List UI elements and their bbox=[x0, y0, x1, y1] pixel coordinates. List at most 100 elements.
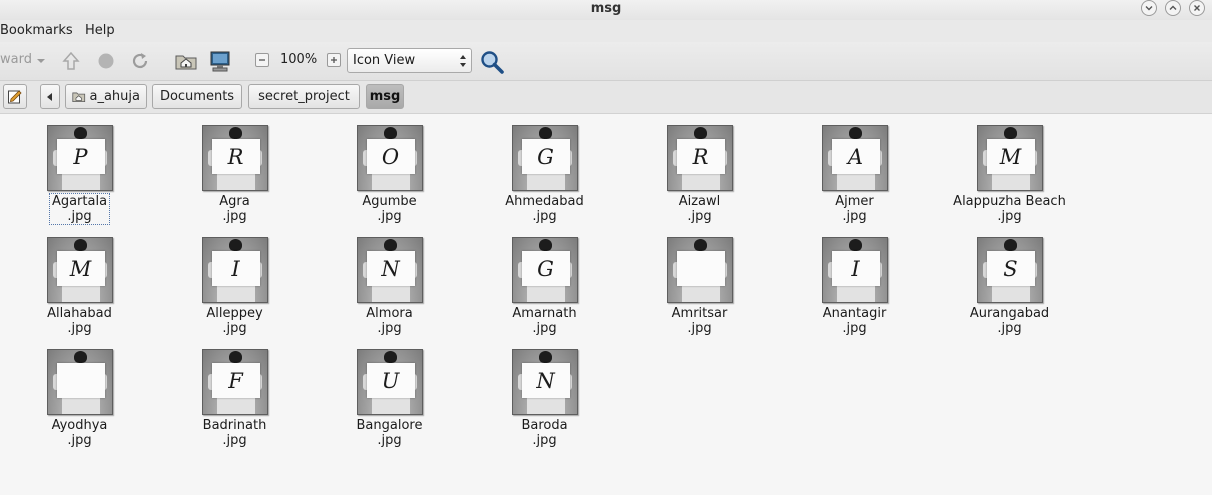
reload-icon[interactable] bbox=[129, 50, 151, 72]
file-item[interactable]: S Aurangabad .jpg bbox=[945, 237, 1075, 336]
thumbnail-head bbox=[383, 351, 397, 363]
file-item[interactable]: R Aizawl .jpg bbox=[635, 125, 765, 224]
file-name: Ayodhya .jpg bbox=[50, 418, 110, 448]
stop-icon[interactable] bbox=[96, 51, 116, 71]
menu-help[interactable]: Help bbox=[85, 23, 115, 38]
file-extension: .jpg bbox=[842, 321, 867, 336]
location-bar: a_ahuja Documents secret_project msg bbox=[0, 81, 1212, 114]
thumbnail-head bbox=[228, 239, 242, 251]
thumbnail-head bbox=[848, 127, 862, 139]
file-basename: Agartala bbox=[51, 194, 108, 209]
close-button[interactable] bbox=[1189, 0, 1205, 16]
file-item[interactable]: N Almora .jpg bbox=[325, 237, 455, 336]
file-name: Bangalore .jpg bbox=[355, 418, 425, 448]
file-basename: Baroda bbox=[521, 418, 568, 433]
file-name: Amarnath .jpg bbox=[510, 306, 578, 336]
file-item[interactable]: G Amarnath .jpg bbox=[480, 237, 610, 336]
breadcrumb-documents[interactable]: Documents bbox=[152, 84, 242, 109]
thumbnail-letter-card: M bbox=[986, 139, 1035, 174]
thumbnail-letter-card: P bbox=[56, 139, 105, 174]
file-item[interactable]: Amritsar .jpg bbox=[635, 237, 765, 336]
forward-button[interactable]: ward bbox=[0, 52, 32, 67]
close-icon bbox=[1194, 5, 1200, 11]
file-thumbnail: F bbox=[201, 349, 268, 415]
thumbnail-letter-card: U bbox=[366, 363, 415, 398]
thumbnail-head bbox=[383, 127, 397, 139]
file-name: Amritsar .jpg bbox=[670, 306, 730, 336]
view-mode-select[interactable]: Icon View bbox=[347, 48, 472, 73]
file-basename: Aizawl bbox=[678, 194, 721, 209]
file-item[interactable]: U Bangalore .jpg bbox=[325, 349, 455, 448]
thumbnail-head bbox=[693, 239, 707, 251]
file-basename: Alleppey bbox=[206, 306, 263, 321]
select-arrows-icon bbox=[460, 55, 466, 67]
chevron-down-icon bbox=[1145, 6, 1153, 11]
toggle-location-button[interactable] bbox=[3, 84, 27, 109]
file-item[interactable]: G Ahmedabad .jpg bbox=[480, 125, 610, 224]
icon-view: P Agartala .jpg R Agra .jpg O Agumbe .jpg G Ahmeda… bbox=[0, 114, 1212, 495]
file-thumbnail: S bbox=[976, 237, 1043, 303]
minimize-button[interactable] bbox=[1141, 0, 1157, 16]
file-thumbnail bbox=[666, 237, 733, 303]
toolbar: ward 100% Icon View bbox=[0, 42, 1212, 81]
file-item[interactable]: N Baroda .jpg bbox=[480, 349, 610, 448]
breadcrumb-label: Documents bbox=[159, 89, 235, 104]
file-thumbnail: M bbox=[46, 237, 113, 303]
file-basename: Alappuzha Beach bbox=[953, 194, 1066, 209]
breadcrumb-label: a_ahuja bbox=[89, 89, 141, 104]
file-item[interactable]: I Alleppey .jpg bbox=[170, 237, 300, 336]
view-mode-value: Icon View bbox=[353, 53, 416, 68]
zoom-out-button[interactable] bbox=[255, 53, 269, 67]
thumbnail-letter-card: O bbox=[366, 139, 415, 174]
thumbnail-letter-card: G bbox=[521, 251, 570, 286]
file-name: Aizawl .jpg bbox=[677, 194, 723, 224]
home-folder-icon[interactable] bbox=[174, 50, 198, 72]
thumbnail-head bbox=[538, 239, 552, 251]
thumbnail-letter-card: F bbox=[211, 363, 260, 398]
file-item[interactable]: A Ajmer .jpg bbox=[790, 125, 920, 224]
file-thumbnail: G bbox=[511, 125, 578, 191]
maximize-button[interactable] bbox=[1165, 0, 1181, 16]
thumbnail-letter-card: R bbox=[676, 139, 725, 174]
file-extension: .jpg bbox=[67, 321, 92, 336]
menu-bookmarks[interactable]: Bookmarks bbox=[0, 23, 73, 38]
search-icon[interactable] bbox=[479, 49, 505, 75]
computer-icon[interactable] bbox=[208, 49, 232, 73]
breadcrumb-secret-project[interactable]: secret_project bbox=[248, 84, 360, 109]
file-name: Agumbe .jpg bbox=[360, 194, 418, 224]
thumbnail-letter-card: I bbox=[831, 251, 880, 286]
file-item[interactable]: R Agra .jpg bbox=[170, 125, 300, 224]
file-basename: Agumbe bbox=[362, 194, 417, 209]
plus-icon bbox=[331, 57, 337, 63]
breadcrumb-label: msg bbox=[369, 89, 401, 104]
menu-bar: Bookmarks Help bbox=[0, 20, 1212, 42]
breadcrumb-msg[interactable]: msg bbox=[366, 84, 404, 109]
file-thumbnail: I bbox=[821, 237, 888, 303]
file-item[interactable]: P Agartala .jpg bbox=[15, 125, 145, 225]
breadcrumb-scroll-left[interactable] bbox=[40, 84, 60, 109]
file-basename: Agra bbox=[219, 194, 250, 209]
file-item[interactable]: Ayodhya .jpg bbox=[15, 349, 145, 448]
file-thumbnail: M bbox=[976, 125, 1043, 191]
thumbnail-head bbox=[1003, 239, 1017, 251]
up-arrow-icon[interactable] bbox=[60, 50, 82, 72]
thumbnail-letter-card: R bbox=[211, 139, 260, 174]
forward-dropdown-icon[interactable] bbox=[36, 56, 46, 66]
file-item[interactable]: I Anantagir .jpg bbox=[790, 237, 920, 336]
file-thumbnail: U bbox=[356, 349, 423, 415]
file-name: Allahabad .jpg bbox=[45, 306, 114, 336]
thumbnail-letter-card: I bbox=[211, 251, 260, 286]
file-item[interactable]: F Badrinath .jpg bbox=[170, 349, 300, 448]
home-icon bbox=[72, 92, 86, 103]
thumbnail-head bbox=[73, 351, 87, 363]
zoom-in-button[interactable] bbox=[327, 53, 341, 67]
file-item[interactable]: M Allahabad .jpg bbox=[15, 237, 145, 336]
file-extension: .jpg bbox=[997, 209, 1022, 224]
breadcrumb-home[interactable]: a_ahuja bbox=[65, 84, 147, 109]
file-extension: .jpg bbox=[532, 433, 557, 448]
file-item[interactable]: O Agumbe .jpg bbox=[325, 125, 455, 224]
file-extension: .jpg bbox=[687, 209, 712, 224]
file-basename: Badrinath bbox=[202, 418, 267, 433]
file-item[interactable]: M Alappuzha Beach .jpg bbox=[945, 125, 1075, 224]
file-name: Aurangabad .jpg bbox=[968, 306, 1051, 336]
